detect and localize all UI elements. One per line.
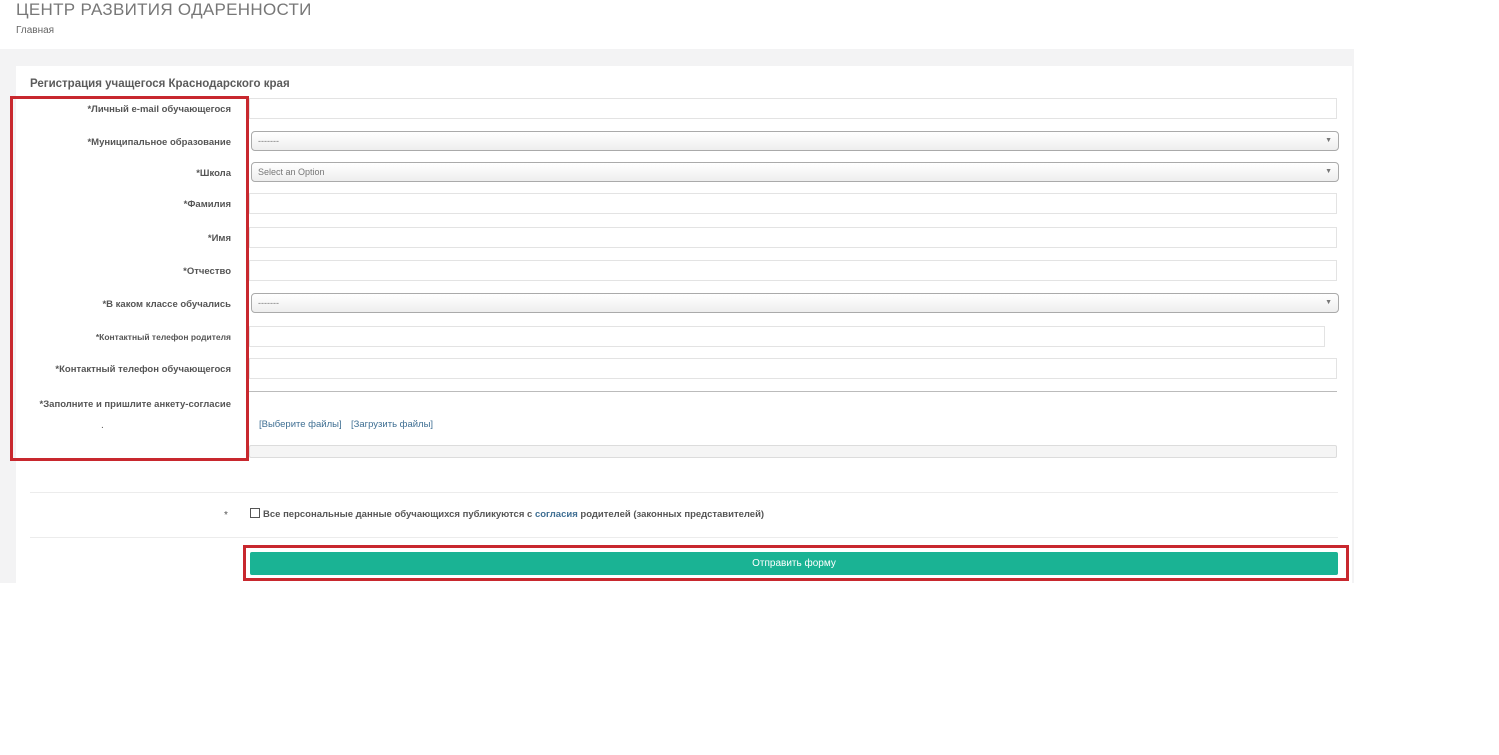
upload-progress-bar xyxy=(249,445,1337,458)
municipality-select[interactable]: ------- ▼ xyxy=(251,131,1339,151)
breadcrumb-home[interactable]: Главная xyxy=(16,25,54,36)
labels-highlight-box xyxy=(10,96,249,461)
chevron-down-icon: ▼ xyxy=(1325,299,1332,306)
chevron-down-icon: ▼ xyxy=(1325,168,1332,175)
consent-required-asterisk: * xyxy=(224,510,228,521)
choose-files-link[interactable]: [Выберите файлы] xyxy=(259,419,342,430)
consent-text-after: родителей (законных представителей) xyxy=(577,509,765,520)
upload-files-link[interactable]: [Загрузить файлы] xyxy=(351,419,433,430)
grade-select-value: ------- xyxy=(258,298,279,308)
site-title: ЦЕНТР РАЗВИТИЯ ОДАРЕННОСТИ xyxy=(16,0,312,19)
consent-checkbox-row[interactable]: Все персональные данные обучающихся публ… xyxy=(250,508,764,520)
school-select-placeholder: Select an Option xyxy=(258,167,325,177)
lastname-input[interactable] xyxy=(249,193,1337,214)
consent-link[interactable]: согласия xyxy=(535,509,578,520)
firstname-input[interactable] xyxy=(249,227,1337,248)
section-divider-2 xyxy=(30,537,1338,538)
consent-text-before: Все персональные данные обучающихся публ… xyxy=(263,509,535,520)
email-input[interactable] xyxy=(249,98,1337,119)
parent-phone-input[interactable] xyxy=(249,326,1325,347)
school-select[interactable]: Select an Option ▼ xyxy=(251,162,1339,182)
form-title: Регистрация учащегося Краснодарского кра… xyxy=(30,78,290,90)
upload-divider xyxy=(249,391,1337,392)
grade-select[interactable]: ------- ▼ xyxy=(251,293,1339,313)
submit-highlight-box xyxy=(243,545,1349,581)
chevron-down-icon: ▼ xyxy=(1325,137,1332,144)
patronymic-input[interactable] xyxy=(249,260,1337,281)
consent-checkbox[interactable] xyxy=(250,508,260,518)
section-divider xyxy=(30,492,1338,493)
student-phone-input[interactable] xyxy=(249,358,1337,379)
municipality-select-value: ------- xyxy=(258,136,279,146)
